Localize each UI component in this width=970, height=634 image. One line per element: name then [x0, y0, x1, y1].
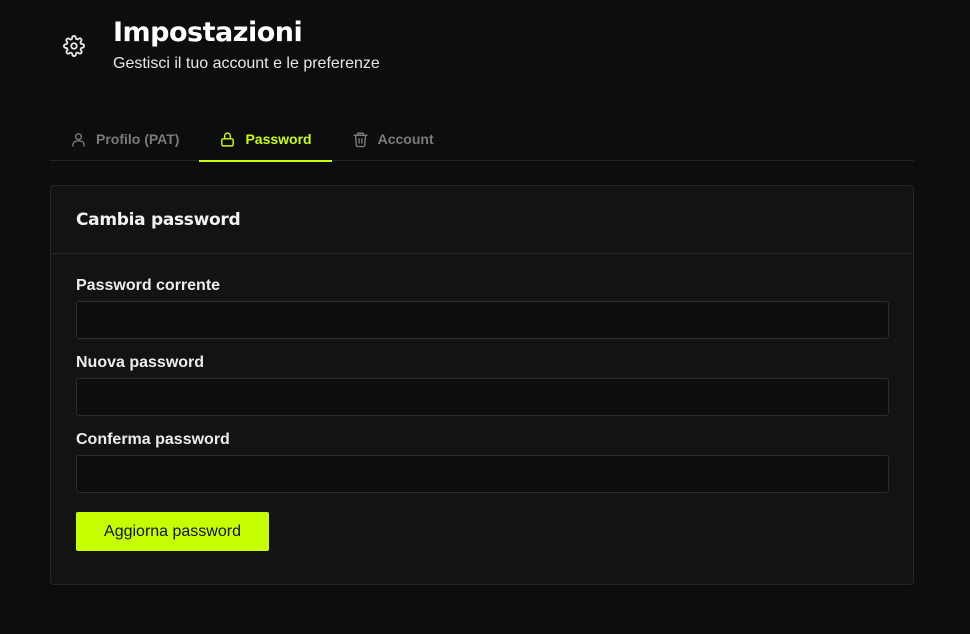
settings-page: Impostazioni Gestisci il tuo account e l… [0, 0, 970, 634]
lock-icon [221, 131, 235, 147]
page-header: Impostazioni Gestisci il tuo account e l… [50, 16, 380, 76]
header-text: Impostazioni Gestisci il tuo account e l… [113, 16, 380, 74]
current-password-group: Password corrente [76, 276, 889, 339]
tab-password-label: Password [245, 131, 312, 147]
confirm-password-label: Conferma password [76, 431, 230, 448]
tab-password[interactable]: Password [199, 117, 332, 162]
current-password-label: Password corrente [76, 277, 221, 294]
trash-icon [353, 131, 368, 147]
page-title: Impostazioni [113, 17, 303, 48]
card-title: Cambia password [76, 209, 241, 230]
update-password-button[interactable]: Aggiorna password [76, 512, 269, 551]
card-header: Cambia password [51, 186, 913, 254]
gear-icon [50, 16, 98, 76]
password-form: Password corrente Nuova password Conferm… [51, 254, 913, 551]
tab-profile-label: Profilo (PAT) [96, 131, 180, 147]
settings-tabs: Profilo (PAT) Password Account [50, 117, 914, 162]
confirm-password-group: Conferma password [76, 430, 889, 493]
new-password-group: Nuova password [76, 353, 889, 416]
new-password-label: Nuova password [76, 354, 205, 371]
page-subtitle: Gestisci il tuo account e le preferenze [113, 55, 380, 72]
tab-account[interactable]: Account [332, 117, 454, 161]
change-password-card: Cambia password Password corrente Nuova … [50, 185, 914, 585]
tab-account-label: Account [377, 131, 434, 147]
tab-profile[interactable]: Profilo (PAT) [50, 117, 199, 161]
user-icon [72, 132, 85, 147]
new-password-input[interactable] [76, 378, 889, 416]
confirm-password-input[interactable] [76, 455, 889, 493]
current-password-input[interactable] [76, 301, 889, 339]
